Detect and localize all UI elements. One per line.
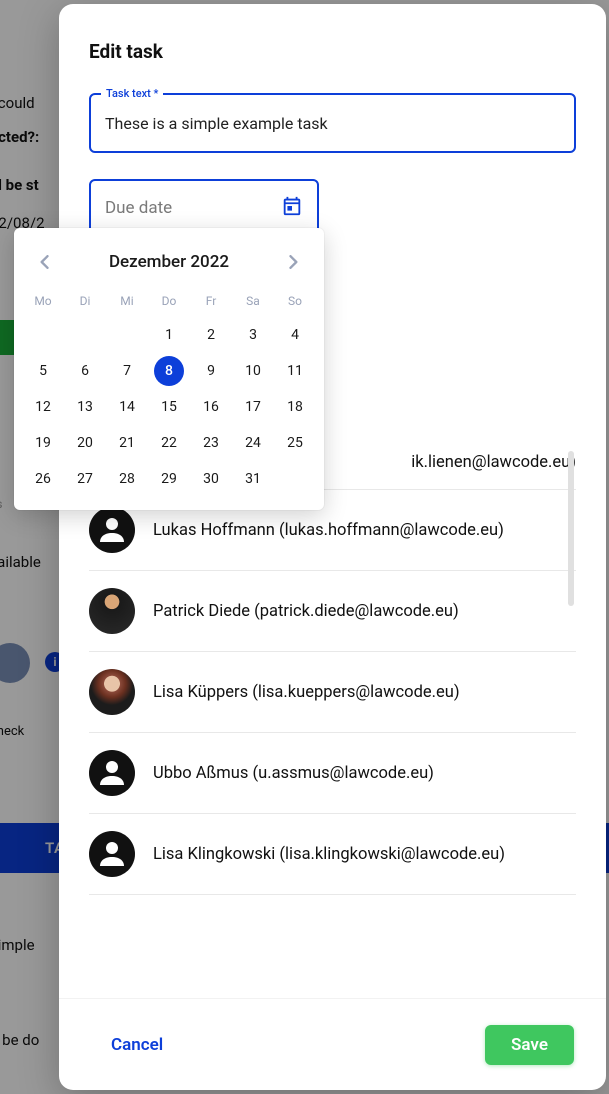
assignee-row[interactable]: Ubbo Aßmus (u.assmus@lawcode.eu) <box>89 733 576 814</box>
date-picker-header: Dezember 2022 <box>22 240 316 288</box>
weekday-label: So <box>274 288 316 314</box>
day-cell[interactable]: 7 <box>112 356 142 386</box>
day-cell[interactable]: 25 <box>280 428 310 458</box>
next-month-button[interactable] <box>280 248 308 276</box>
day-cell[interactable]: 8 <box>154 356 184 386</box>
day-cell[interactable]: 18 <box>280 392 310 422</box>
modal-header: Edit task <box>59 4 606 63</box>
assignee-label: Lukas Hoffmann (lukas.hoffmann@lawcode.e… <box>153 521 504 540</box>
due-date-placeholder: Due date <box>105 198 172 218</box>
day-cell[interactable]: 13 <box>70 392 100 422</box>
day-cell[interactable]: 19 <box>28 428 58 458</box>
day-cell[interactable]: 22 <box>154 428 184 458</box>
day-cell[interactable]: 12 <box>28 392 58 422</box>
day-empty <box>28 320 58 350</box>
day-cell[interactable]: 1 <box>154 320 184 350</box>
assignee-label: Ubbo Aßmus (u.assmus@lawcode.eu) <box>153 764 434 783</box>
task-text-input[interactable] <box>105 95 560 151</box>
date-picker: Dezember 2022 MoDiMiDoFrSaSo123456789101… <box>14 228 324 510</box>
weekday-label: Mo <box>22 288 64 314</box>
day-cell[interactable]: 26 <box>28 464 58 494</box>
day-cell[interactable]: 5 <box>28 356 58 386</box>
modal-body: Task text * Due date ik.lienen@lawcode.e… <box>59 63 606 998</box>
weekday-label: Fr <box>190 288 232 314</box>
day-cell[interactable]: 6 <box>70 356 100 386</box>
day-cell[interactable]: 29 <box>154 464 184 494</box>
task-text-field[interactable]: Task text * <box>89 93 576 153</box>
assignee-label: Lisa Küppers (lisa.kueppers@lawcode.eu) <box>153 683 460 702</box>
assignee-label: Patrick Diede (patrick.diede@lawcode.eu) <box>153 602 459 621</box>
day-cell[interactable]: 30 <box>196 464 226 494</box>
weekday-label: Do <box>148 288 190 314</box>
task-text-label: Task text * <box>101 87 163 100</box>
assignee-row[interactable]: Lisa Küppers (lisa.kueppers@lawcode.eu) <box>89 652 576 733</box>
avatar <box>89 669 135 715</box>
assignee-row[interactable]: Patrick Diede (patrick.diede@lawcode.eu) <box>89 571 576 652</box>
day-cell[interactable]: 20 <box>70 428 100 458</box>
assignee-row[interactable]: Lisa Klingkowski (lisa.klingkowski@lawco… <box>89 814 576 895</box>
day-cell[interactable]: 14 <box>112 392 142 422</box>
calendar-icon[interactable] <box>281 195 303 221</box>
scrollbar[interactable] <box>568 451 574 606</box>
assignee-email-partial: ik.lienen@lawcode.eu) <box>411 453 576 472</box>
modal-title: Edit task <box>89 40 576 63</box>
day-cell[interactable]: 31 <box>238 464 268 494</box>
edit-task-modal: Edit task Task text * Due date ik.lienen… <box>59 4 606 1090</box>
day-cell[interactable]: 21 <box>112 428 142 458</box>
assignee-label: Lisa Klingkowski (lisa.klingkowski@lawco… <box>153 845 505 864</box>
cancel-button[interactable]: Cancel <box>91 1025 183 1065</box>
day-cell[interactable]: 2 <box>196 320 226 350</box>
day-cell[interactable]: 4 <box>280 320 310 350</box>
day-cell[interactable]: 28 <box>112 464 142 494</box>
date-picker-grid: MoDiMiDoFrSaSo12345678910111213141516171… <box>22 288 316 494</box>
day-empty <box>70 320 100 350</box>
save-button[interactable]: Save <box>485 1025 574 1065</box>
day-cell[interactable]: 24 <box>238 428 268 458</box>
day-empty <box>112 320 142 350</box>
day-cell[interactable]: 11 <box>280 356 310 386</box>
weekday-label: Mi <box>106 288 148 314</box>
assignee-list: ik.lienen@lawcode.eu) Lukas Hoffmann (lu… <box>89 453 576 998</box>
day-cell[interactable]: 15 <box>154 392 184 422</box>
day-cell[interactable]: 3 <box>238 320 268 350</box>
weekday-label: Di <box>64 288 106 314</box>
avatar <box>89 588 135 634</box>
day-cell[interactable]: 10 <box>238 356 268 386</box>
day-cell[interactable]: 16 <box>196 392 226 422</box>
prev-month-button[interactable] <box>30 248 58 276</box>
avatar <box>89 750 135 796</box>
day-cell[interactable]: 17 <box>238 392 268 422</box>
day-cell[interactable]: 27 <box>70 464 100 494</box>
avatar <box>89 831 135 877</box>
day-cell[interactable]: 23 <box>196 428 226 458</box>
date-picker-month[interactable]: Dezember 2022 <box>109 252 229 272</box>
day-cell[interactable]: 9 <box>196 356 226 386</box>
modal-footer: Cancel Save <box>59 998 606 1090</box>
weekday-label: Sa <box>232 288 274 314</box>
avatar <box>89 507 135 553</box>
